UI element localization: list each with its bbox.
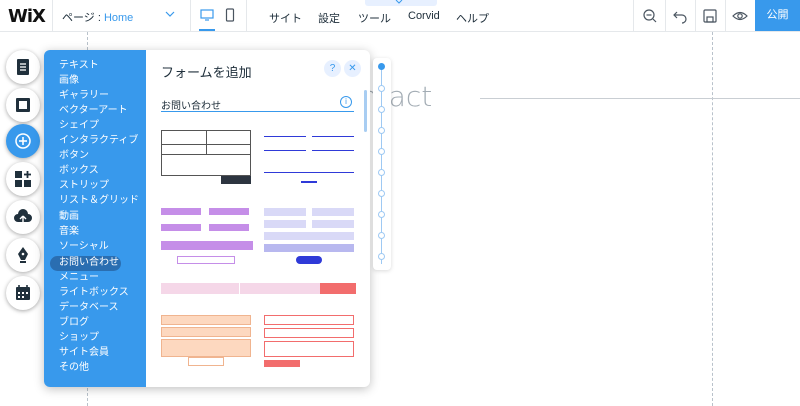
section-title: お問い合わせ [161,101,221,112]
category-interactive[interactable]: インタラクティブ [59,135,138,147]
panel-scrollbar[interactable] [364,90,367,132]
active-view-indicator [199,29,215,31]
category-text[interactable]: テキスト [59,60,99,72]
panel-progress-stepper [373,58,391,270]
divider [633,0,634,32]
category-more[interactable]: その他 [59,362,89,374]
apps-icon [15,171,31,187]
divider [246,0,247,32]
menu-settings[interactable]: 設定 [318,10,340,26]
help-button[interactable]: ? [324,60,341,77]
stepper-dot[interactable] [378,211,385,218]
close-button[interactable]: ✕ [344,60,361,77]
page-selector-label: ページ : [62,12,104,24]
divider [725,0,726,32]
category-social[interactable]: ソーシャル [59,241,109,253]
undo-icon[interactable] [672,8,688,24]
divider [695,0,696,32]
stepper-dot[interactable] [378,85,385,92]
stepper-dot[interactable] [378,148,385,155]
stepper-dot-current[interactable] [378,63,385,70]
menu-help[interactable]: ヘルプ [456,10,489,26]
category-strip[interactable]: ストリップ [59,180,109,192]
stepper-dot[interactable] [378,190,385,197]
stepper-dot[interactable] [378,253,385,260]
wix-logo[interactable]: WiX [8,6,46,27]
category-music[interactable]: 音楽 [59,226,79,238]
add-apps-button[interactable] [6,162,40,196]
publish-button[interactable]: 公開 [755,0,800,31]
chevron-down-icon [395,0,403,7]
top-bar: WiX ページ : Home サイト 設定 ツール Corvid ヘルプ 公開 [0,0,800,32]
calendar-icon [16,285,30,300]
category-image[interactable]: 画像 [59,75,79,87]
mobile-view-icon[interactable] [223,8,237,22]
preview-eye-icon[interactable] [732,8,748,24]
media-button[interactable] [6,200,40,234]
category-database[interactable]: データベース [59,302,119,314]
stepper-dot[interactable] [378,127,385,134]
category-shape[interactable]: シェイプ [59,120,99,132]
page-selector[interactable]: ページ : Home [62,9,133,25]
category-blog[interactable]: ブログ [59,317,89,329]
cloud-upload-icon [14,209,32,222]
category-list-grid[interactable]: リスト＆グリッド [59,195,139,207]
form-preset-6[interactable] [161,315,253,367]
form-preset-3[interactable] [161,205,253,267]
category-button[interactable]: ボタン [59,150,89,162]
menus-pages-button[interactable] [6,50,40,84]
blog-button[interactable] [6,238,40,272]
form-preset-5[interactable] [161,283,356,295]
pen-nib-icon [18,247,28,263]
page-icon [17,59,29,75]
panel-title: フォームを追加 [161,65,252,80]
category-shop[interactable]: ショップ [59,332,99,344]
category-lightbox[interactable]: ライトボックス [59,287,129,299]
bookings-button[interactable] [6,276,40,310]
stepper-dot[interactable] [378,106,385,113]
canvas-heading-text[interactable]: ntact [360,80,432,113]
save-icon[interactable] [702,8,718,24]
add-elements-panel: テキスト 画像 ギャラリー ベクターアート シェイプ インタラクティブ ボタン … [44,50,370,387]
menu-corvid[interactable]: Corvid [408,10,440,22]
form-preset-2[interactable] [264,130,356,186]
add-button[interactable] [6,124,40,158]
zoom-out-icon[interactable] [642,8,658,24]
form-preset-7[interactable] [264,315,356,367]
background-icon [16,98,30,112]
category-members[interactable]: サイト会員 [59,347,109,359]
info-icon[interactable]: i [340,96,352,108]
category-menu[interactable]: メニュー [59,272,99,284]
category-gallery[interactable]: ギャラリー [59,90,109,102]
stepper-dot[interactable] [378,169,385,176]
desktop-view-icon[interactable] [200,8,214,22]
category-contact[interactable]: お問い合わせ [59,257,119,269]
background-button[interactable] [6,88,40,122]
chevron-down-icon[interactable] [165,9,175,22]
form-preset-4[interactable] [264,205,356,267]
category-video[interactable]: 動画 [59,211,79,223]
canvas-divider-line[interactable] [480,98,800,99]
divider [52,0,53,32]
section-underline [161,111,354,112]
menu-tools[interactable]: ツール [358,10,391,26]
category-vector-art[interactable]: ベクターアート [59,105,128,117]
grid-guide-right [712,32,713,406]
category-list: テキスト 画像 ギャラリー ベクターアート シェイプ インタラクティブ ボタン … [44,50,146,387]
plus-icon [15,133,31,149]
divider [665,0,666,32]
category-box[interactable]: ボックス [59,165,99,177]
stepper-dot[interactable] [378,232,385,239]
form-preset-1[interactable] [161,130,251,186]
menu-site[interactable]: サイト [269,10,302,26]
divider [190,0,191,32]
page-selector-value: Home [103,12,134,24]
